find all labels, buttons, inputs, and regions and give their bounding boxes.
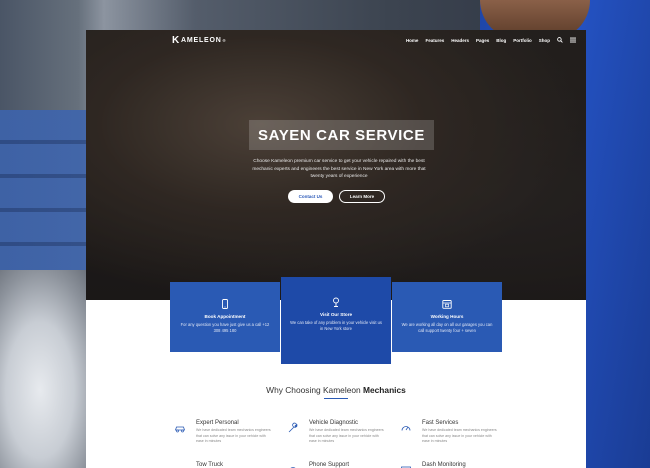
- feature-title: Book Appointment: [204, 314, 246, 319]
- hero-subtitle: Choose Kameleon premium car service to g…: [252, 159, 426, 180]
- service-title: Dash Monitoring: [422, 462, 466, 468]
- why-heading: Why Choosing Kameleon Mechanics: [86, 385, 586, 395]
- service-expert-personal: Expert Personal We have dedicated team m…: [174, 420, 274, 445]
- location-icon: [333, 297, 339, 307]
- feature-visit-store[interactable]: Visit Our Store We can take of any probl…: [281, 277, 391, 364]
- hero-section: K AMELEON ® Home Features Headers Pages …: [86, 30, 586, 300]
- tow-truck-icon: [174, 464, 186, 468]
- calendar-icon: [442, 300, 452, 309]
- feature-book-appointment[interactable]: Book Appointment For any question you ha…: [170, 282, 280, 352]
- feature-title: Working Hours: [430, 314, 464, 319]
- nav-item-features[interactable]: Features: [425, 38, 444, 43]
- feature-desc: We can take of any problem in your vehic…: [290, 320, 382, 331]
- nav-item-portfolio[interactable]: Portfolio: [513, 38, 532, 43]
- service-desc: We have dedicated team mechanics enginee…: [196, 428, 271, 444]
- service-title: Tow Truck: [196, 462, 224, 468]
- menu-icon[interactable]: [570, 37, 576, 43]
- why-title-prefix: Why Choosing Kameleon: [266, 385, 363, 395]
- monitor-icon: [401, 466, 411, 468]
- features-row: Book Appointment For any question you ha…: [170, 277, 502, 364]
- service-title: Phone Support: [309, 462, 350, 468]
- logo[interactable]: K AMELEON ®: [172, 35, 226, 46]
- hero-title: SAYEN CAR SERVICE: [258, 126, 425, 144]
- contact-us-button[interactable]: Contact Us: [288, 190, 333, 203]
- nav-item-home[interactable]: Home: [406, 38, 419, 43]
- car-body: [0, 270, 100, 468]
- service-tow-truck: Tow Truck: [174, 462, 274, 468]
- service-fast-services: Fast Services We have dedicated team mec…: [400, 420, 500, 445]
- service-vehicle-diagnostic: Vehicle Diagnostic We have dedicated tea…: [287, 420, 387, 445]
- wrench-icon: [288, 422, 298, 433]
- nav-item-shop[interactable]: Shop: [539, 38, 550, 43]
- feature-title: Visit Our Store: [319, 312, 353, 317]
- logo-registered: ®: [222, 37, 227, 43]
- logo-text: AMELEON: [181, 36, 222, 44]
- nav-item-blog[interactable]: Blog: [496, 38, 506, 43]
- service-phone-support: Phone Support: [287, 462, 387, 468]
- nav-item-headers[interactable]: Headers: [451, 38, 469, 43]
- phone-icon: [222, 299, 228, 309]
- logo-mark: K: [172, 34, 181, 46]
- car-icon: [174, 426, 186, 433]
- service-desc: We have dedicated team mechanics enginee…: [309, 428, 384, 444]
- feature-working-hours[interactable]: Working Hours We are working all day on …: [392, 282, 502, 352]
- why-title-strong: Mechanics: [363, 385, 406, 395]
- service-desc: We have dedicated team mechanics enginee…: [422, 428, 497, 444]
- search-icon[interactable]: [557, 37, 563, 43]
- hero-title-box: SAYEN CAR SERVICE: [249, 120, 434, 150]
- website-preview: K AMELEON ® Home Features Headers Pages …: [86, 30, 586, 468]
- feature-desc: We are working all day on all our garage…: [401, 322, 493, 333]
- learn-more-button[interactable]: Learn More: [339, 190, 385, 203]
- nav-item-pages[interactable]: Pages: [476, 38, 489, 43]
- service-title: Vehicle Diagnostic: [309, 420, 359, 426]
- gauge-icon: [401, 426, 411, 431]
- service-title: Expert Personal: [196, 420, 239, 426]
- top-nav: K AMELEON ® Home Features Headers Pages …: [86, 30, 586, 50]
- nav-menu: Home Features Headers Pages Blog Portfol…: [406, 37, 576, 43]
- service-dash-monitoring: Dash Monitoring: [400, 462, 500, 468]
- headset-icon: [290, 467, 296, 468]
- service-title: Fast Services: [422, 420, 459, 426]
- feature-desc: For any question you have just give us a…: [180, 322, 270, 333]
- heading-underline: [324, 398, 348, 399]
